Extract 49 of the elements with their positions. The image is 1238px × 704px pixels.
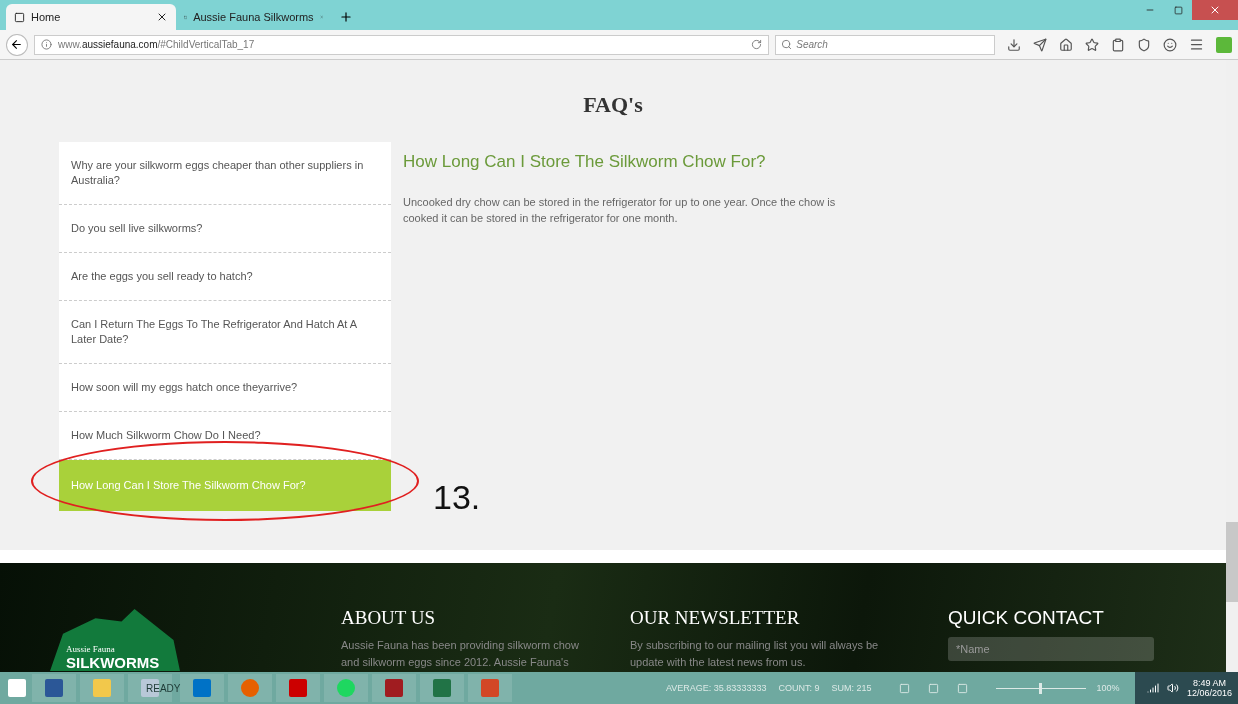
- shield-app-icon[interactable]: [372, 674, 416, 702]
- smile-icon[interactable]: [1163, 37, 1177, 52]
- status-stat: COUNT: 9: [778, 683, 820, 693]
- close-icon: [1209, 4, 1221, 16]
- about-title: ABOUT US: [341, 607, 437, 629]
- faq-title: FAQ's: [583, 92, 643, 118]
- clock: 8:49 AM 12/06/2016: [1186, 678, 1232, 698]
- info-icon: [41, 39, 52, 50]
- download-icon[interactable]: [1007, 37, 1021, 52]
- newsletter-title: OUR NEWSLETTER: [630, 607, 801, 629]
- reload-icon[interactable]: [751, 39, 763, 50]
- mail-app-icon[interactable]: [180, 674, 224, 702]
- search-placeholder: Search: [796, 39, 828, 50]
- pdf-app-icon[interactable]: [276, 674, 320, 702]
- answer-title: How Long Can I Store The Silkworm Chow For?: [403, 152, 767, 172]
- favicon-icon: [14, 11, 25, 23]
- volume-icon[interactable]: [1166, 682, 1179, 694]
- annotation-number: 13.: [433, 478, 481, 517]
- back-arrow-icon: [10, 38, 24, 51]
- zoom-level: 100%: [1096, 683, 1120, 693]
- zoom-thumb[interactable]: [1039, 682, 1043, 694]
- new-tab-icon[interactable]: [339, 10, 353, 24]
- search-icon: [781, 39, 793, 50]
- newsletter-text: By subscribing to our mailing list you will always be update with the latest news from us.: [630, 638, 880, 670]
- about-text: Aussie Fauna has been providing silkworm chow and silkworm eggs since 2012. Aussie Fauna's: [341, 638, 580, 670]
- extension-icon[interactable]: [1216, 36, 1232, 53]
- browser-tab[interactable]: Home: [6, 4, 176, 30]
- browser-app-icon[interactable]: [228, 674, 272, 702]
- home-icon[interactable]: [1059, 37, 1073, 52]
- search-field[interactable]: Search: [775, 34, 995, 55]
- spreadsheet-app-icon[interactable]: [420, 674, 464, 702]
- send-icon[interactable]: [1033, 37, 1047, 52]
- start-button[interactable]: [6, 677, 28, 699]
- answer-text: Uncooked dry chow can be stored in the refrigerator for up to one year. Once the chow is cooked it can be stored in the refrigerator for one month.: [403, 195, 837, 226]
- document-app-icon[interactable]: [32, 674, 76, 702]
- close-icon[interactable]: [156, 11, 168, 23]
- menu-icon[interactable]: [1189, 37, 1204, 52]
- clipboard-icon[interactable]: [1111, 37, 1125, 52]
- status-stat: SUM: 215: [831, 683, 872, 693]
- address-field[interactable]: www.aussiefauna.com/#ChildVerticalTab_17: [34, 34, 770, 55]
- contact-title: QUICK CONTACT: [948, 607, 1105, 629]
- logo: Aussie Fauna SILKWORMS: [50, 609, 180, 671]
- restore-icon: [1173, 5, 1183, 15]
- shield-icon[interactable]: [1137, 37, 1151, 52]
- status-stat: AVERAGE: 35.83333333: [666, 683, 767, 693]
- browser-tab[interactable]: Aussie Fauna Silkworms: [176, 4, 331, 30]
- back-button[interactable]: [6, 33, 28, 56]
- star-icon[interactable]: [1085, 37, 1099, 52]
- slides-app-icon[interactable]: [468, 674, 512, 702]
